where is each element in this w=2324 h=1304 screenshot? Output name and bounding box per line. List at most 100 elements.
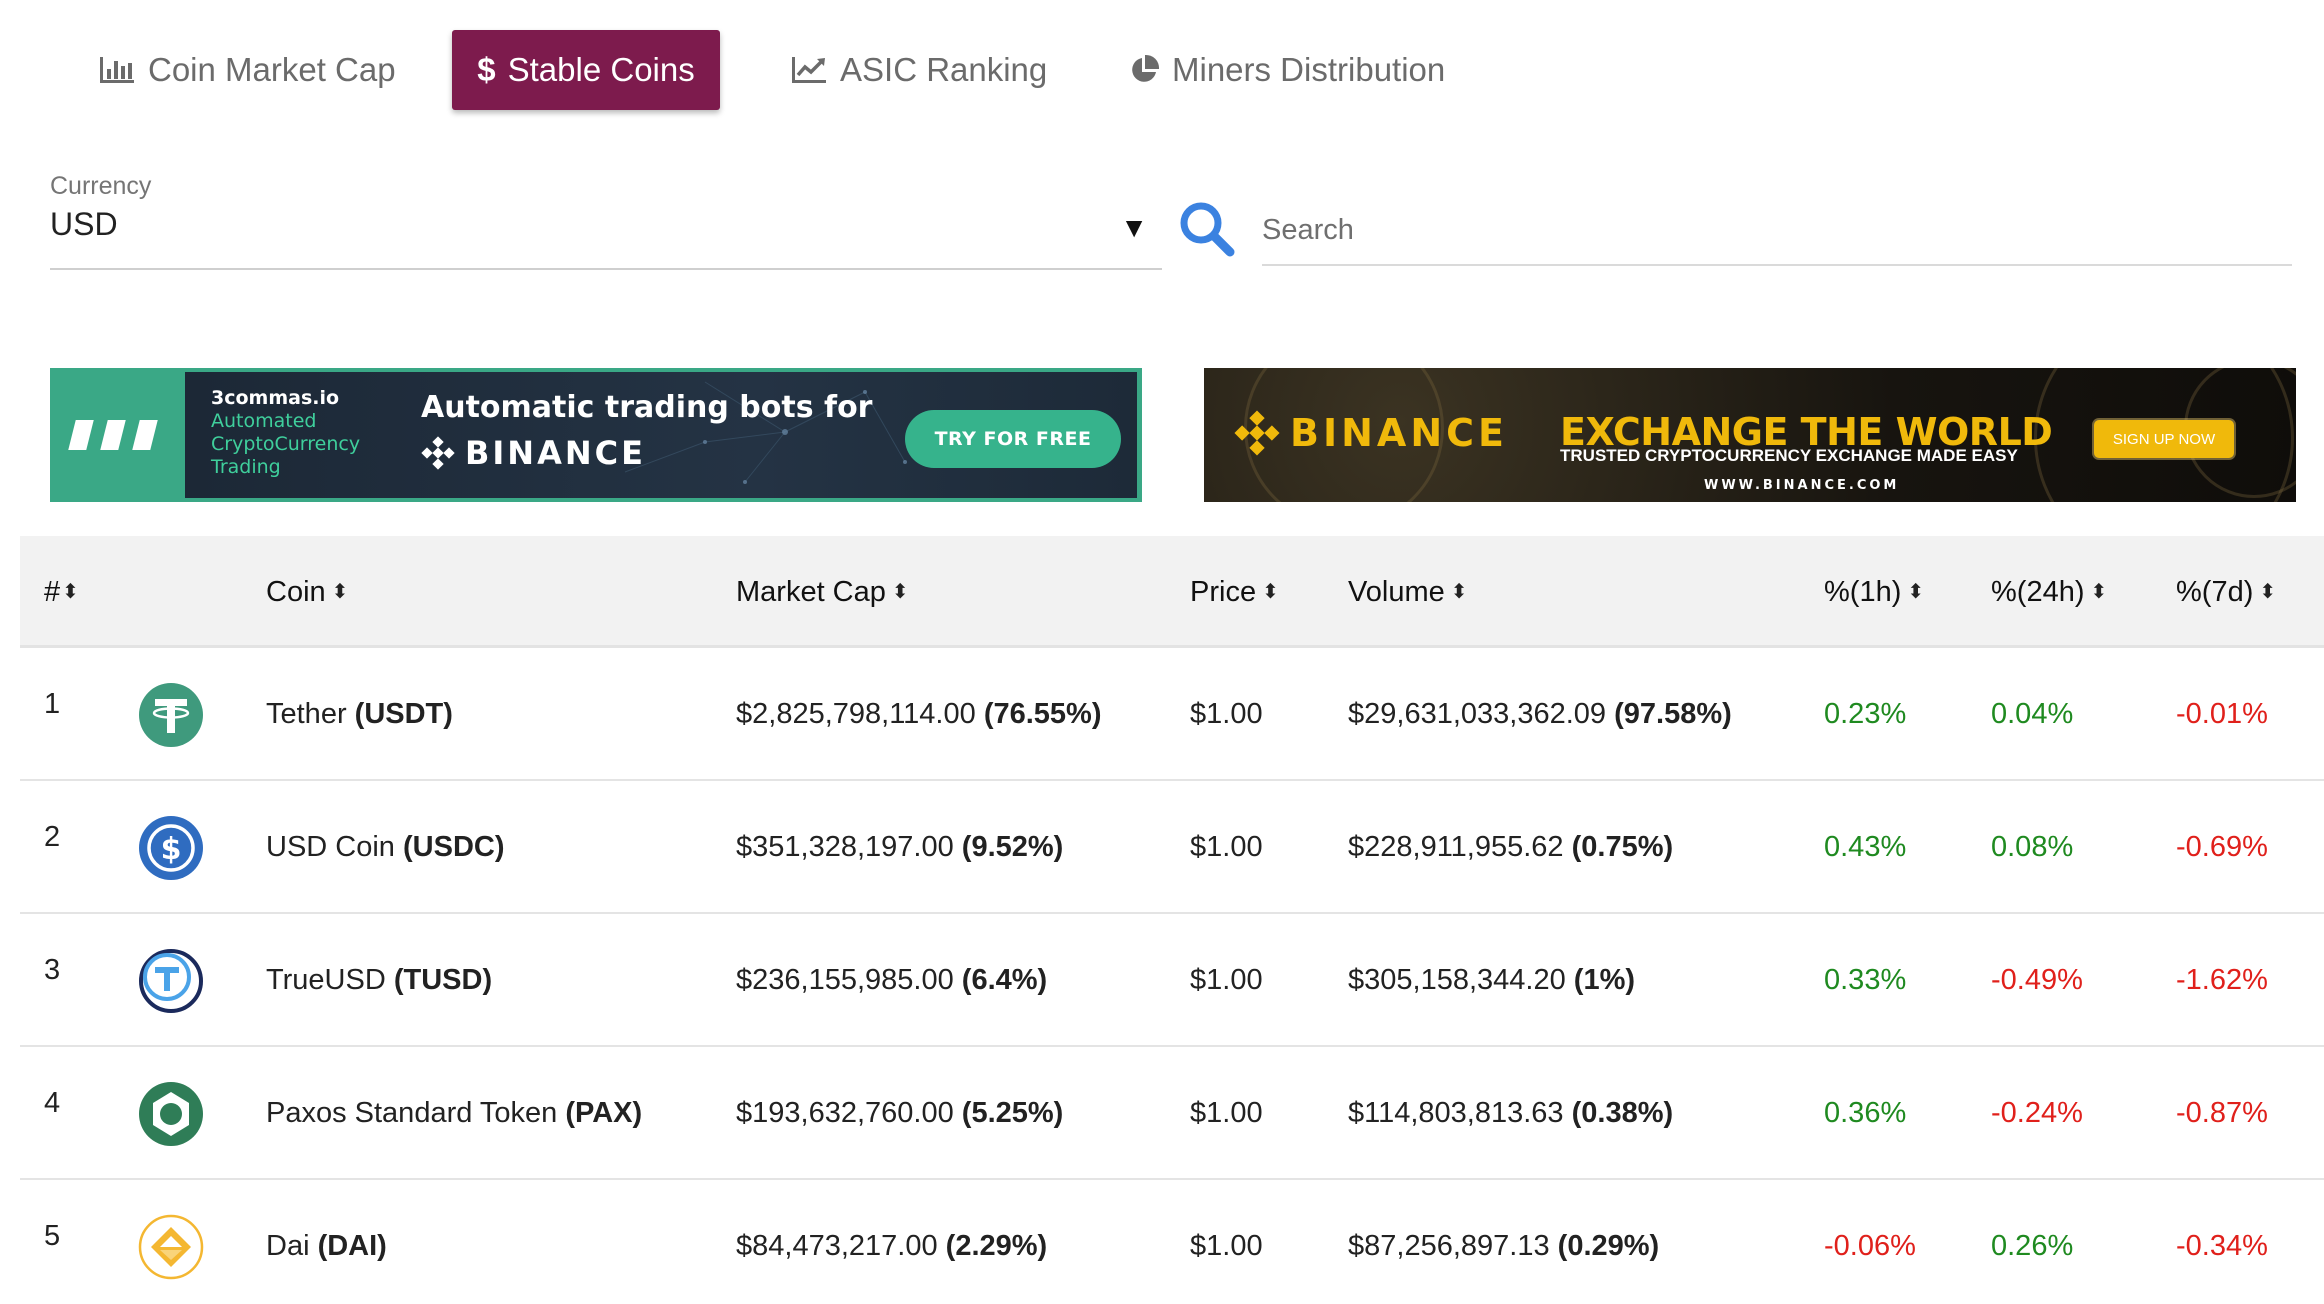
sort-icon: ⬍ [62,581,79,603]
sort-icon: ⬍ [331,581,349,603]
currency-select[interactable]: Currency USD ▼ [50,172,1162,270]
rank: 3 [44,954,61,986]
coin-name: TrueUSD (TUSD) [266,914,492,1047]
tab-asic-ranking[interactable]: ASIC Ranking [790,30,1047,110]
change-24h: 0.08% [1991,831,2074,863]
dai-icon [138,1214,204,1280]
price: $1.00 [1190,831,1263,863]
volume-share: (0.38%) [1571,1097,1674,1129]
market-cap: $351,328,197.00 (9.52%) [736,781,1063,914]
volume: $114,803,813.63 (0.38%) [1348,1047,1673,1180]
change-1h: -0.06% [1824,1230,1916,1262]
ad-content: 3commas.io Automated CryptoCurrency Trad… [185,372,1137,498]
tab-stable-coins[interactable]: $ Stable Coins [452,30,720,110]
volume-share: (0.29%) [1557,1230,1660,1262]
market-cap-value: $236,155,985.00 [736,964,954,996]
market-cap: $236,155,985.00 (6.4%) [736,914,1047,1047]
table-row[interactable]: 1 Tether (USDT) $2,825,798,114.00 (76.55… [20,648,2324,781]
coin-symbol: (USDC) [403,831,505,863]
change-1h: 0.43% [1824,831,1907,863]
tab-label: ASIC Ranking [840,51,1048,88]
coin-name: Tether (USDT) [266,648,453,781]
sort-icon: ⬍ [1262,581,1279,603]
coin-symbol: (TUSD) [393,964,493,996]
coin-label: TrueUSD [266,964,386,996]
coin-name: Paxos Standard Token (PAX) [266,1047,642,1180]
header-change-7d[interactable]: %(7d) ⬍ [2176,536,2276,648]
coin-label: USD Coin [266,831,395,863]
coin-symbol: (USDT) [354,698,453,730]
binance-logo-icon [1234,410,1280,456]
rank: 1 [44,688,61,720]
try-for-free-button[interactable]: TRY FOR FREE [905,410,1121,468]
line-chart-icon [792,57,826,83]
header-change-1h[interactable]: %(1h) ⬍ [1824,536,1924,648]
binance-name: BINANCE [1290,411,1508,455]
sign-up-label: SIGN UP NOW [2112,430,2216,448]
volume: $228,911,955.62 (0.75%) [1348,781,1673,914]
search-icon[interactable] [1178,200,1236,258]
ad-banner-binance[interactable]: BINANCE EXCHANGE THE WORLD TRUSTED CRYPT… [1204,368,2296,502]
volume: $29,631,033,362.09 (97.58%) [1348,648,1732,781]
3commas-logo [68,420,158,450]
market-cap-share: (9.52%) [961,831,1064,863]
table-row[interactable]: 4 Paxos Standard Token (PAX) $193,632,76… [20,1047,2324,1180]
stable-coins-table: # ⬍ Coin ⬍ Market Cap ⬍ Price ⬍ Volume ⬍ %(1h… [20,536,2324,1304]
tab-label: Stable Coins [507,51,695,88]
volume: $305,158,344.20 (1%) [1348,914,1635,1047]
tab-coin-market-cap[interactable]: Coin Market Cap [98,30,396,110]
rank: 5 [44,1220,61,1252]
coin-name: Dai (DAI) [266,1180,387,1304]
search-input[interactable] [1262,196,2292,266]
sort-icon: ⬍ [2090,581,2108,603]
market-cap-value: $193,632,760.00 [736,1097,954,1129]
coin-label: Tether [266,698,347,730]
sign-up-now-button[interactable]: SIGN UP NOW [2094,420,2234,458]
tab-label: Coin Market Cap [148,51,396,88]
header-market-cap[interactable]: Market Cap ⬍ [736,536,909,648]
ad-banner-3commas[interactable]: 3commas.io Automated CryptoCurrency Trad… [50,368,1142,502]
change-24h: 0.26% [1991,1230,2074,1262]
table-row[interactable]: 3 TrueUSD (TUSD) $236,155,985.00 (6.4%) … [20,914,2324,1047]
market-cap-share: (6.4%) [961,964,1048,996]
ad-tagline: Automated CryptoCurrency Trading [211,410,361,478]
volume: $87,256,897.13 (0.29%) [1348,1180,1659,1304]
change-24h: -0.24% [1991,1097,2083,1129]
volume-value: $114,803,813.63 [1348,1097,1564,1129]
header-change-24h[interactable]: %(24h) ⬍ [1991,536,2107,648]
ad-subheadline: TRUSTED CRYPTOCURRENCY EXCHANGE MADE EAS… [1560,446,2018,465]
header-price[interactable]: Price ⬍ [1190,536,1279,648]
trueusd-icon [139,949,203,1013]
ad-brand: 3commas.io [211,387,340,409]
rank: 2 [44,821,61,853]
volume-share: (1%) [1573,964,1636,996]
caret-down-icon: ▼ [1120,212,1148,243]
sort-icon: ⬍ [1450,581,1468,603]
header-coin[interactable]: Coin ⬍ [266,536,348,648]
tab-miners-distribution[interactable]: Miners Distribution [1128,30,1445,110]
market-cap-value: $84,473,217.00 [736,1230,938,1262]
change-1h: 0.23% [1824,698,1907,730]
market-cap-share: (76.55%) [983,698,1102,730]
volume-share: (97.58%) [1614,698,1732,730]
coin-symbol: (PAX) [565,1097,643,1129]
header-label: # [44,575,61,608]
volume-value: $87,256,897.13 [1348,1230,1550,1262]
header-rank[interactable]: # ⬍ [44,536,79,648]
table-row[interactable]: 2 $ USD Coin (USDC) $351,328,197.00 (9.5… [20,781,2324,914]
price: $1.00 [1190,1097,1263,1129]
header-label: Market Cap [736,575,886,608]
change-24h: -0.49% [1991,964,2083,996]
currency-value: USD [50,206,118,242]
market-cap-value: $351,328,197.00 [736,831,954,863]
change-7d: -0.34% [2176,1230,2268,1262]
binance-logo-icon [421,436,455,470]
change-1h: 0.33% [1824,964,1907,996]
table-row[interactable]: 5 Dai (DAI) $84,473,217.00 (2.29%) $1.00… [20,1180,2324,1304]
binance-brand: BINANCE [1234,410,1508,456]
tether-icon [139,683,203,747]
header-label: Coin [266,575,326,608]
market-cap: $193,632,760.00 (5.25%) [736,1047,1063,1180]
market-cap: $84,473,217.00 (2.29%) [736,1180,1047,1304]
header-volume[interactable]: Volume ⬍ [1348,536,1468,648]
